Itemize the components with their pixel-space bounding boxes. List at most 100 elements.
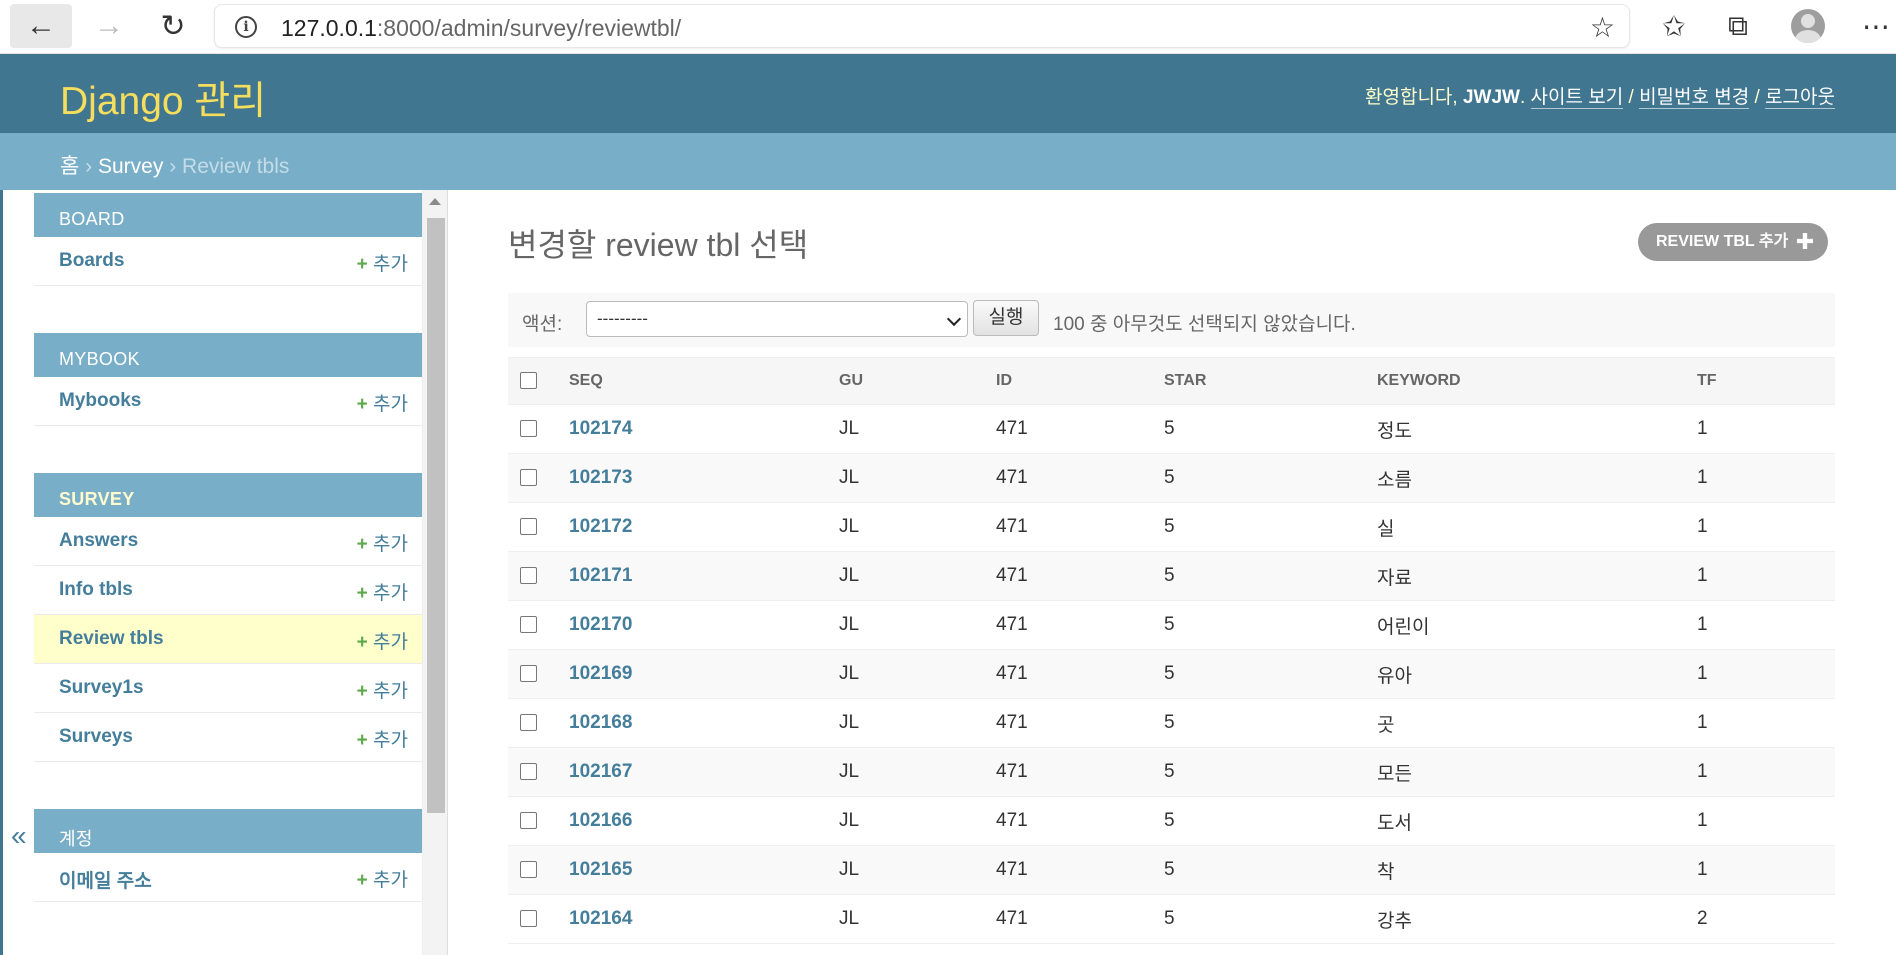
add-link[interactable]: + 추가 — [357, 529, 408, 556]
row-link[interactable]: 102165 — [569, 859, 632, 880]
cell-seq: 102172 — [560, 502, 830, 552]
cell-star: 5 — [1155, 796, 1368, 846]
cell-gu: JL — [830, 845, 987, 895]
row-checkbox[interactable] — [520, 616, 537, 634]
star-plus-icon[interactable]: ☆ — [1590, 11, 1615, 44]
favorites-icon[interactable]: ✩ — [1649, 4, 1699, 48]
info-icon[interactable]: i — [235, 16, 257, 38]
row-link[interactable]: 102173 — [569, 467, 632, 488]
sidebar-item-review-tbls[interactable]: Review tbls + 추가 — [34, 615, 422, 664]
separator: / — [1749, 87, 1766, 108]
sidebar-item-email-addresses[interactable]: 이메일 주소 + 추가 — [34, 853, 422, 902]
row-link[interactable]: 102164 — [569, 908, 632, 929]
add-link[interactable]: + 추가 — [357, 676, 408, 703]
sidebar-item-label[interactable]: Mybooks — [59, 390, 141, 412]
forward-arrow-icon[interactable]: → — [78, 4, 140, 48]
row-checkbox[interactable] — [520, 910, 537, 928]
column-header-seq[interactable]: SEQ — [560, 357, 830, 405]
url-text[interactable]: 127.0.0.1:8000/admin/survey/reviewtbl/ — [281, 15, 681, 42]
row-checkbox[interactable] — [520, 518, 537, 536]
row-checkbox[interactable] — [520, 812, 537, 830]
row-link[interactable]: 102169 — [569, 663, 632, 684]
sidebar-scrollbar[interactable] — [423, 190, 448, 955]
row-checkbox[interactable] — [520, 469, 537, 487]
url-path: :8000/admin/survey/reviewtbl/ — [376, 15, 682, 41]
sidebar-item-survey1s[interactable]: Survey1s + 추가 — [34, 664, 422, 713]
site-branding[interactable]: Django 관리 — [60, 70, 266, 126]
avatar[interactable] — [1791, 9, 1825, 43]
add-link[interactable]: + 추가 — [357, 725, 408, 752]
breadcrumb-sep: › — [163, 155, 183, 178]
change-password-link[interactable]: 비밀번호 변경 — [1639, 87, 1750, 109]
logout-link[interactable]: 로그아웃 — [1765, 87, 1835, 109]
collections-icon[interactable]: ⧉ — [1713, 4, 1763, 48]
select-all-checkbox[interactable] — [520, 372, 537, 390]
address-bar[interactable]: i 127.0.0.1:8000/admin/survey/reviewtbl/… — [214, 4, 1630, 48]
action-label: 액션: — [522, 314, 563, 335]
sidebar-toggle-area[interactable]: « — [0, 190, 34, 955]
row-checkbox[interactable] — [520, 763, 537, 781]
reload-icon[interactable]: ↻ — [142, 4, 204, 48]
cell-tf: 1 — [1688, 747, 1835, 797]
row-link[interactable]: 102171 — [569, 565, 632, 586]
sidebar-item-surveys[interactable]: Surveys + 추가 — [34, 713, 422, 762]
row-link[interactable]: 102168 — [569, 712, 632, 733]
add-link[interactable]: + 추가 — [357, 865, 408, 892]
sidebar-item-info-tbls[interactable]: Info tbls + 추가 — [34, 566, 422, 615]
add-link[interactable]: + 추가 — [357, 578, 408, 605]
sidebar-item-label[interactable]: Boards — [59, 250, 124, 272]
add-review-tbl-button[interactable]: REVIEW TBL 추가 ✚ — [1638, 223, 1829, 261]
view-site-link[interactable]: 사이트 보기 — [1530, 87, 1624, 109]
module-caption[interactable]: BOARD — [34, 190, 422, 237]
sidebar-item-answers[interactable]: Answers + 추가 — [34, 517, 422, 566]
row-checkbox[interactable] — [520, 420, 537, 438]
row-select-cell — [508, 551, 560, 601]
module-caption[interactable]: MYBOOK — [34, 330, 422, 377]
column-header-tf[interactable]: TF — [1688, 357, 1835, 405]
add-link[interactable]: + 추가 — [357, 389, 408, 416]
add-label: 추가 — [373, 870, 408, 891]
row-link[interactable]: 102174 — [569, 418, 632, 439]
scrollbar-thumb[interactable] — [427, 218, 445, 813]
row-link[interactable]: 102170 — [569, 614, 632, 635]
column-header-gu[interactable]: GU — [830, 357, 987, 405]
column-header-id[interactable]: ID — [987, 357, 1155, 405]
more-icon[interactable]: ⋯ — [1851, 4, 1896, 48]
sidebar-item-label[interactable]: Survey1s — [59, 677, 144, 699]
plus-icon: + — [356, 870, 368, 891]
scroll-up-arrow-icon[interactable] — [429, 198, 441, 205]
column-header-keyword[interactable]: KEYWORD — [1368, 357, 1688, 405]
sidebar-item-label[interactable]: Answers — [59, 530, 138, 552]
cell-seq: 102170 — [560, 600, 830, 650]
sidebar-item-label[interactable]: Surveys — [59, 726, 133, 748]
row-checkbox[interactable] — [520, 714, 537, 732]
sidebar-item-label[interactable]: 이메일 주소 — [59, 866, 152, 893]
plus-icon: + — [356, 254, 368, 275]
row-checkbox[interactable] — [520, 861, 537, 879]
row-link[interactable]: 102166 — [569, 810, 632, 831]
browser-toolbar: ← → ↻ i 127.0.0.1:8000/admin/survey/revi… — [0, 0, 1896, 54]
sidebar-item-label[interactable]: Info tbls — [59, 579, 133, 601]
cell-star: 5 — [1155, 600, 1368, 650]
breadcrumb-survey[interactable]: Survey — [98, 155, 163, 178]
add-link[interactable]: + 추가 — [357, 627, 408, 654]
nav-sidebar: BOARD Boards + 추가 MYBOOK Mybooks + 추가 SU… — [34, 190, 423, 955]
cell-gu: JL — [830, 796, 987, 846]
module-caption[interactable]: 계정 — [34, 806, 422, 853]
sidebar-item-mybooks[interactable]: Mybooks + 추가 — [34, 377, 422, 426]
actions-bar: 액션: --------- 실행 100 중 아무것도 선택되지 않았습니다. — [508, 293, 1835, 347]
row-link[interactable]: 102167 — [569, 761, 632, 782]
sidebar-item-boards[interactable]: Boards + 추가 — [34, 237, 422, 286]
row-checkbox[interactable] — [520, 665, 537, 683]
module-caption[interactable]: SURVEY — [34, 470, 422, 517]
collapse-sidebar-icon[interactable]: « — [11, 820, 27, 852]
row-link[interactable]: 102172 — [569, 516, 632, 537]
action-select[interactable]: --------- — [586, 301, 968, 337]
breadcrumb-home[interactable]: 홈 — [60, 155, 79, 178]
row-checkbox[interactable] — [520, 567, 537, 585]
back-arrow-icon[interactable]: ← — [10, 4, 72, 48]
add-link[interactable]: + 추가 — [357, 249, 408, 276]
column-header-star[interactable]: STAR — [1155, 357, 1368, 405]
run-action-button[interactable]: 실행 — [973, 300, 1039, 336]
sidebar-item-label[interactable]: Review tbls — [59, 628, 164, 650]
